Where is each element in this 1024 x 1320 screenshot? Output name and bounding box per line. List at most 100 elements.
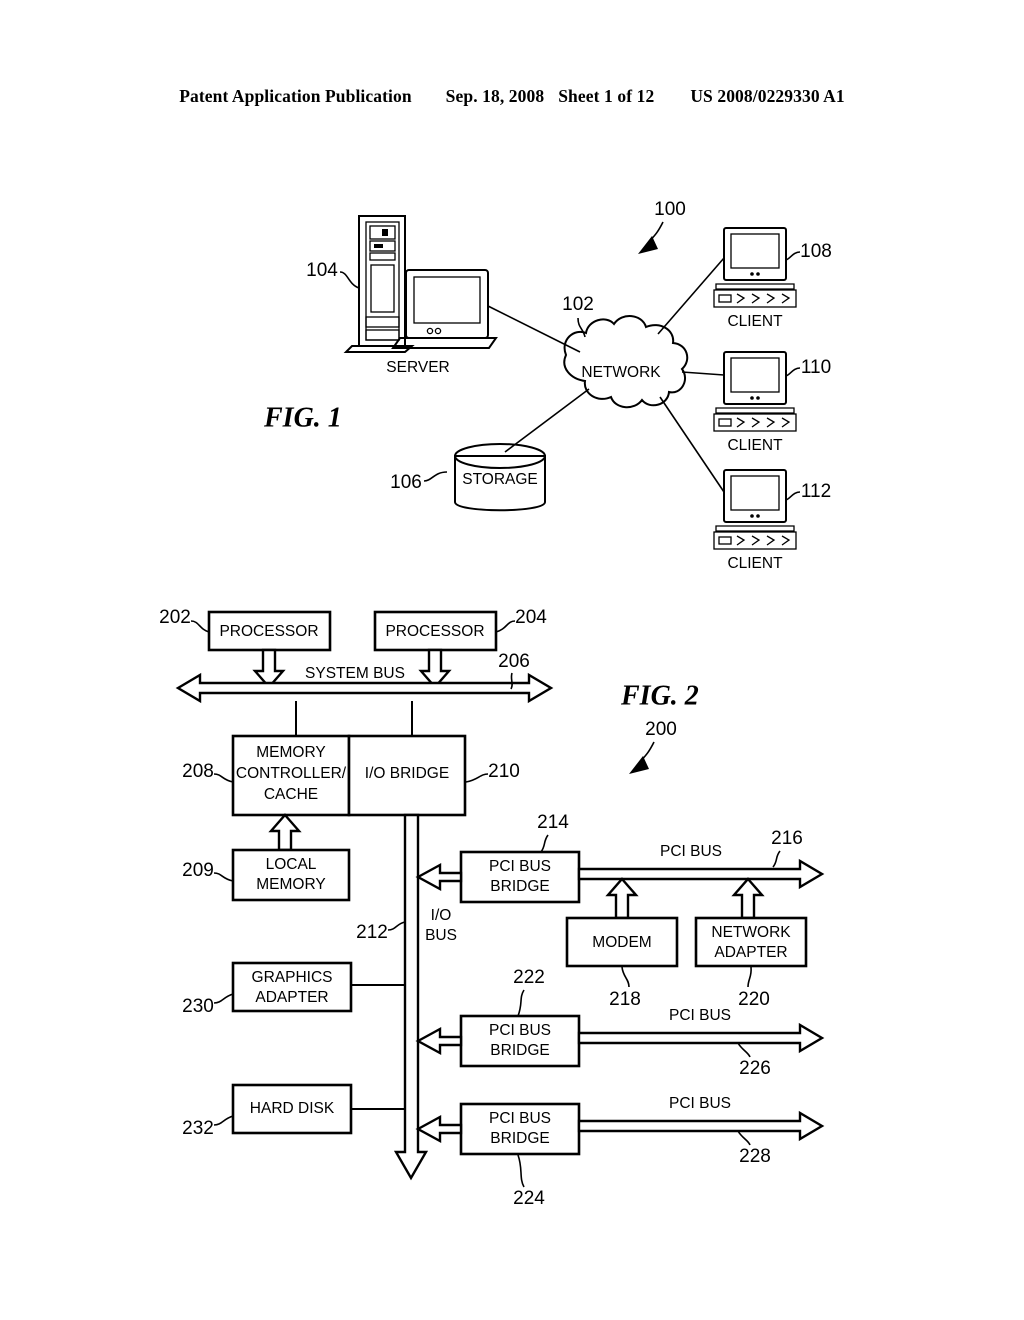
client-workstation-icon-110: [713, 351, 797, 432]
io-bridge-label: I/O BRIDGE: [365, 765, 449, 782]
fig2-ref-218-leader: [621, 966, 630, 988]
figure-1: 100 SERVER 104 NETWORK 102 STORAGE 106 C…: [0, 0, 1024, 600]
processor-202-bus-arrow: [252, 648, 286, 689]
memctl-line2: CONTROLLER/: [236, 765, 347, 782]
fig2-ref-230-leader: [213, 993, 234, 1004]
pci-bridge-224-line2: BRIDGE: [490, 1130, 549, 1147]
fig1-ref-100-arrowhead: [638, 236, 658, 254]
processor-204-label: PROCESSOR: [385, 623, 484, 640]
fig2-ref-224-leader: [517, 1154, 525, 1188]
storage-label: STORAGE: [462, 471, 538, 488]
fig2-ref-226: 226: [739, 1058, 771, 1079]
graphics-adapter-line1: GRAPHICS: [252, 969, 333, 986]
modem-bus-arrow: [605, 877, 639, 920]
network-adapter-bus-arrow: [731, 877, 765, 920]
modem-label: MODEM: [592, 934, 651, 951]
server-monitor-icon: [391, 269, 498, 349]
fig2-ref-220: 220: [738, 989, 770, 1010]
hard-disk-label: HARD DISK: [250, 1100, 335, 1117]
fig2-ref-228: 228: [739, 1146, 771, 1167]
figure-1-caption: FIG. 1: [263, 402, 342, 433]
link-network-storage: [504, 388, 590, 453]
fig2-ref-200-arrowhead: [629, 756, 649, 774]
fig1-ref-108-leader: [785, 251, 801, 261]
fig2-ref-210: 210: [488, 761, 520, 782]
graphics-adapter-line2: ADAPTER: [255, 989, 328, 1006]
fig2-ref-200: 200: [645, 719, 677, 740]
pci-bridge-214-line1: PCI BUS: [489, 858, 551, 875]
fig2-ref-209: 209: [182, 860, 214, 881]
fig1-ref-110: 110: [801, 357, 831, 378]
server-tower-icon: [343, 215, 415, 353]
fig1-ref-110-leader: [785, 367, 801, 377]
fig2-ref-216-leader: [772, 850, 781, 868]
figure-2: PROCESSOR 202 PROCESSOR 204 SYSTEM BUS 2…: [0, 580, 1024, 1220]
fig2-ref-226-leader: [737, 1042, 751, 1058]
local-memory-line1: LOCAL: [266, 856, 317, 873]
fig2-ref-204-leader: [495, 620, 516, 633]
io-bus-line2: BUS: [425, 927, 457, 944]
fig2-ref-210-leader: [465, 773, 489, 783]
client-workstation-icon-108: [713, 227, 797, 308]
fig2-ref-232: 232: [182, 1118, 214, 1139]
memctl-line3: CACHE: [264, 786, 318, 803]
fig2-ref-212: 212: [356, 922, 388, 943]
server-label: SERVER: [386, 359, 449, 376]
fig2-ref-224: 224: [513, 1188, 545, 1209]
fig1-ref-106: 106: [390, 472, 422, 493]
processor-204-bus-arrow: [418, 648, 452, 689]
fig2-ref-220-leader: [747, 966, 752, 988]
io-bus-line1: I/O: [431, 907, 452, 924]
link-network-client3: [659, 396, 725, 493]
pci-bridge-214-to-io-bus-arrow: [415, 862, 463, 892]
pci-bridge-222-line2: BRIDGE: [490, 1042, 549, 1059]
network-label: NETWORK: [581, 364, 661, 381]
client2-label: CLIENT: [727, 437, 783, 454]
fig1-ref-104: 104: [306, 260, 338, 281]
fig2-ref-232-leader: [213, 1115, 234, 1126]
system-bus-label: SYSTEM BUS: [305, 665, 405, 682]
fig2-ref-202-leader: [190, 620, 210, 633]
fig1-ref-104-leader: [339, 271, 360, 289]
fig1-ref-102: 102: [562, 294, 594, 315]
fig1-ref-106-leader: [423, 471, 448, 482]
fig2-ref-228-leader: [737, 1130, 751, 1146]
fig2-ref-218: 218: [609, 989, 641, 1010]
pci-bus-226-label: PCI BUS: [669, 1007, 731, 1024]
fig1-ref-100: 100: [654, 199, 686, 220]
fig2-ref-216: 216: [771, 828, 803, 849]
fig2-ref-222: 222: [513, 967, 545, 988]
network-adapter-line1: NETWORK: [711, 924, 791, 941]
fig2-ref-208-leader: [213, 773, 234, 783]
client-workstation-icon-112: [713, 469, 797, 550]
client1-label: CLIENT: [727, 313, 783, 330]
figure-2-caption: FIG. 2: [620, 680, 699, 711]
pci-bridge-222-to-io-bus-arrow: [415, 1026, 463, 1056]
pci-bridge-224-to-io-bus-arrow: [415, 1114, 463, 1144]
network-adapter-line2: ADAPTER: [714, 944, 787, 961]
pci-bus-228: [577, 1110, 825, 1142]
processor-202-label: PROCESSOR: [219, 623, 318, 640]
pci-bridge-214-line2: BRIDGE: [490, 878, 549, 895]
patent-sheet-page: Patent Application Publication Sep. 18, …: [0, 0, 1024, 1320]
fig2-ref-212-leader: [387, 921, 406, 931]
client3-label: CLIENT: [727, 555, 783, 572]
fig2-ref-202: 202: [159, 607, 191, 628]
link-network-client2: [681, 371, 725, 376]
memctl-line1: MEMORY: [256, 744, 325, 761]
fig1-ref-108: 108: [800, 241, 832, 262]
fig2-ref-206: 206: [498, 651, 530, 672]
fig2-ref-222-leader: [517, 989, 525, 1017]
io-bus-212: [393, 813, 429, 1181]
fig2-ref-214-leader: [540, 834, 549, 853]
pci-bus-216-label: PCI BUS: [660, 843, 722, 860]
pci-bus-226: [577, 1022, 825, 1054]
fig2-ref-206-leader: [510, 672, 513, 690]
pci-bus-228-label: PCI BUS: [669, 1095, 731, 1112]
pci-bridge-222-line1: PCI BUS: [489, 1022, 551, 1039]
fig1-ref-112-leader: [785, 491, 801, 501]
local-memory-line2: MEMORY: [256, 876, 325, 893]
fig2-ref-208: 208: [182, 761, 214, 782]
local-memory-arrow: [268, 813, 302, 852]
pci-bridge-224-line1: PCI BUS: [489, 1110, 551, 1127]
